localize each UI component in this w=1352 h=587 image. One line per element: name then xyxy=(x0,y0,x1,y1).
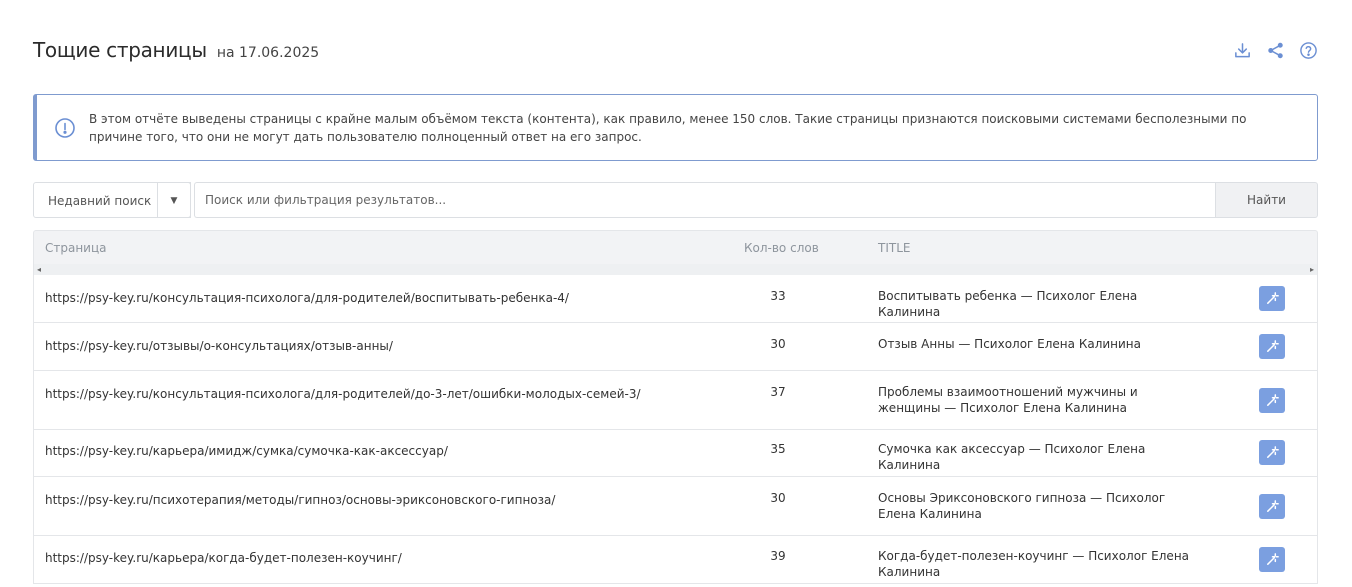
row-title: Отзыв Анны — Психолог Елена Калинина xyxy=(878,337,1142,351)
table-row: https://psy-key.ru/карьера/когда-будет-п… xyxy=(33,536,1318,584)
column-header-title[interactable]: TITLE xyxy=(878,241,910,255)
row-title: Проблемы взаимоотношений мужчины и женщи… xyxy=(878,385,1138,415)
fix-button[interactable] xyxy=(1259,494,1285,519)
magic-wand-icon xyxy=(1266,446,1279,458)
table-row: https://psy-key.ru/карьера/имидж/сумка/с… xyxy=(33,430,1318,477)
row-url[interactable]: https://psy-key.ru/консультация-психолог… xyxy=(45,387,641,401)
download-icon[interactable] xyxy=(1233,41,1252,60)
table-header: Страница Кол-во слов TITLE ◂ ▸ xyxy=(33,230,1318,276)
column-header-words[interactable]: Кол-во слов xyxy=(744,241,819,255)
table-row: https://psy-key.ru/консультация-психолог… xyxy=(33,371,1318,430)
info-text: В этом отчёте выведены страницы с крайне… xyxy=(89,112,1247,144)
toolbar xyxy=(1233,41,1318,60)
magic-wand-icon xyxy=(1266,553,1279,565)
report-date: на 17.06.2025 xyxy=(216,45,320,61)
row-title: Воспитывать ребенка — Психолог Елена Кал… xyxy=(878,289,1138,319)
page-title: Тощие страницы xyxy=(33,38,207,62)
row-word-count: 37 xyxy=(770,385,786,399)
fix-button[interactable] xyxy=(1259,440,1285,465)
help-icon[interactable] xyxy=(1299,41,1318,60)
row-word-count: 35 xyxy=(770,442,786,456)
magic-wand-icon xyxy=(1266,292,1279,304)
row-url[interactable]: https://psy-key.ru/психотерапия/методы/г… xyxy=(45,493,555,507)
chevron-down-icon[interactable]: ▼ xyxy=(157,182,191,218)
info-icon xyxy=(55,118,75,138)
row-url[interactable]: https://psy-key.ru/консультация-психолог… xyxy=(45,291,569,305)
row-title: Сумочка как аксессуар — Психолог Елена К… xyxy=(878,442,1146,472)
magic-wand-icon xyxy=(1266,394,1279,406)
fix-button[interactable] xyxy=(1259,547,1285,572)
filter-bar: Недавний поиск ▼ Найти xyxy=(33,182,1318,218)
row-word-count: 39 xyxy=(770,549,786,563)
search-input[interactable] xyxy=(194,182,1216,218)
table-row: https://psy-key.ru/отзывы/о-консультация… xyxy=(33,323,1318,371)
info-banner: В этом отчёте выведены страницы с крайне… xyxy=(33,94,1318,161)
row-url[interactable]: https://psy-key.ru/карьера/имидж/сумка/с… xyxy=(45,444,448,458)
find-button[interactable]: Найти xyxy=(1215,182,1318,218)
row-word-count: 33 xyxy=(770,289,786,303)
share-icon[interactable] xyxy=(1266,41,1285,60)
magic-wand-icon xyxy=(1266,500,1279,512)
table-row: https://psy-key.ru/консультация-психолог… xyxy=(33,275,1318,323)
row-url[interactable]: https://psy-key.ru/отзывы/о-консультация… xyxy=(45,339,393,353)
page-header: Тощие страницы на 17.06.2025 xyxy=(33,38,319,62)
results-table: Страница Кол-во слов TITLE ◂ ▸ https://p… xyxy=(33,230,1318,584)
table-row: https://psy-key.ru/психотерапия/методы/г… xyxy=(33,477,1318,536)
row-title: Когда-будет-полезен-коучинг — Психолог Е… xyxy=(878,549,1190,579)
fix-button[interactable] xyxy=(1259,334,1285,359)
column-header-page[interactable]: Страница xyxy=(45,241,107,255)
row-word-count: 30 xyxy=(770,337,786,351)
fix-button[interactable] xyxy=(1259,388,1285,413)
row-word-count: 30 xyxy=(770,491,786,505)
row-url[interactable]: https://psy-key.ru/карьера/когда-будет-п… xyxy=(45,551,402,565)
fix-button[interactable] xyxy=(1259,286,1285,311)
row-title: Основы Эриксоновского гипноза — Психолог… xyxy=(878,491,1166,521)
magic-wand-icon xyxy=(1266,340,1279,352)
